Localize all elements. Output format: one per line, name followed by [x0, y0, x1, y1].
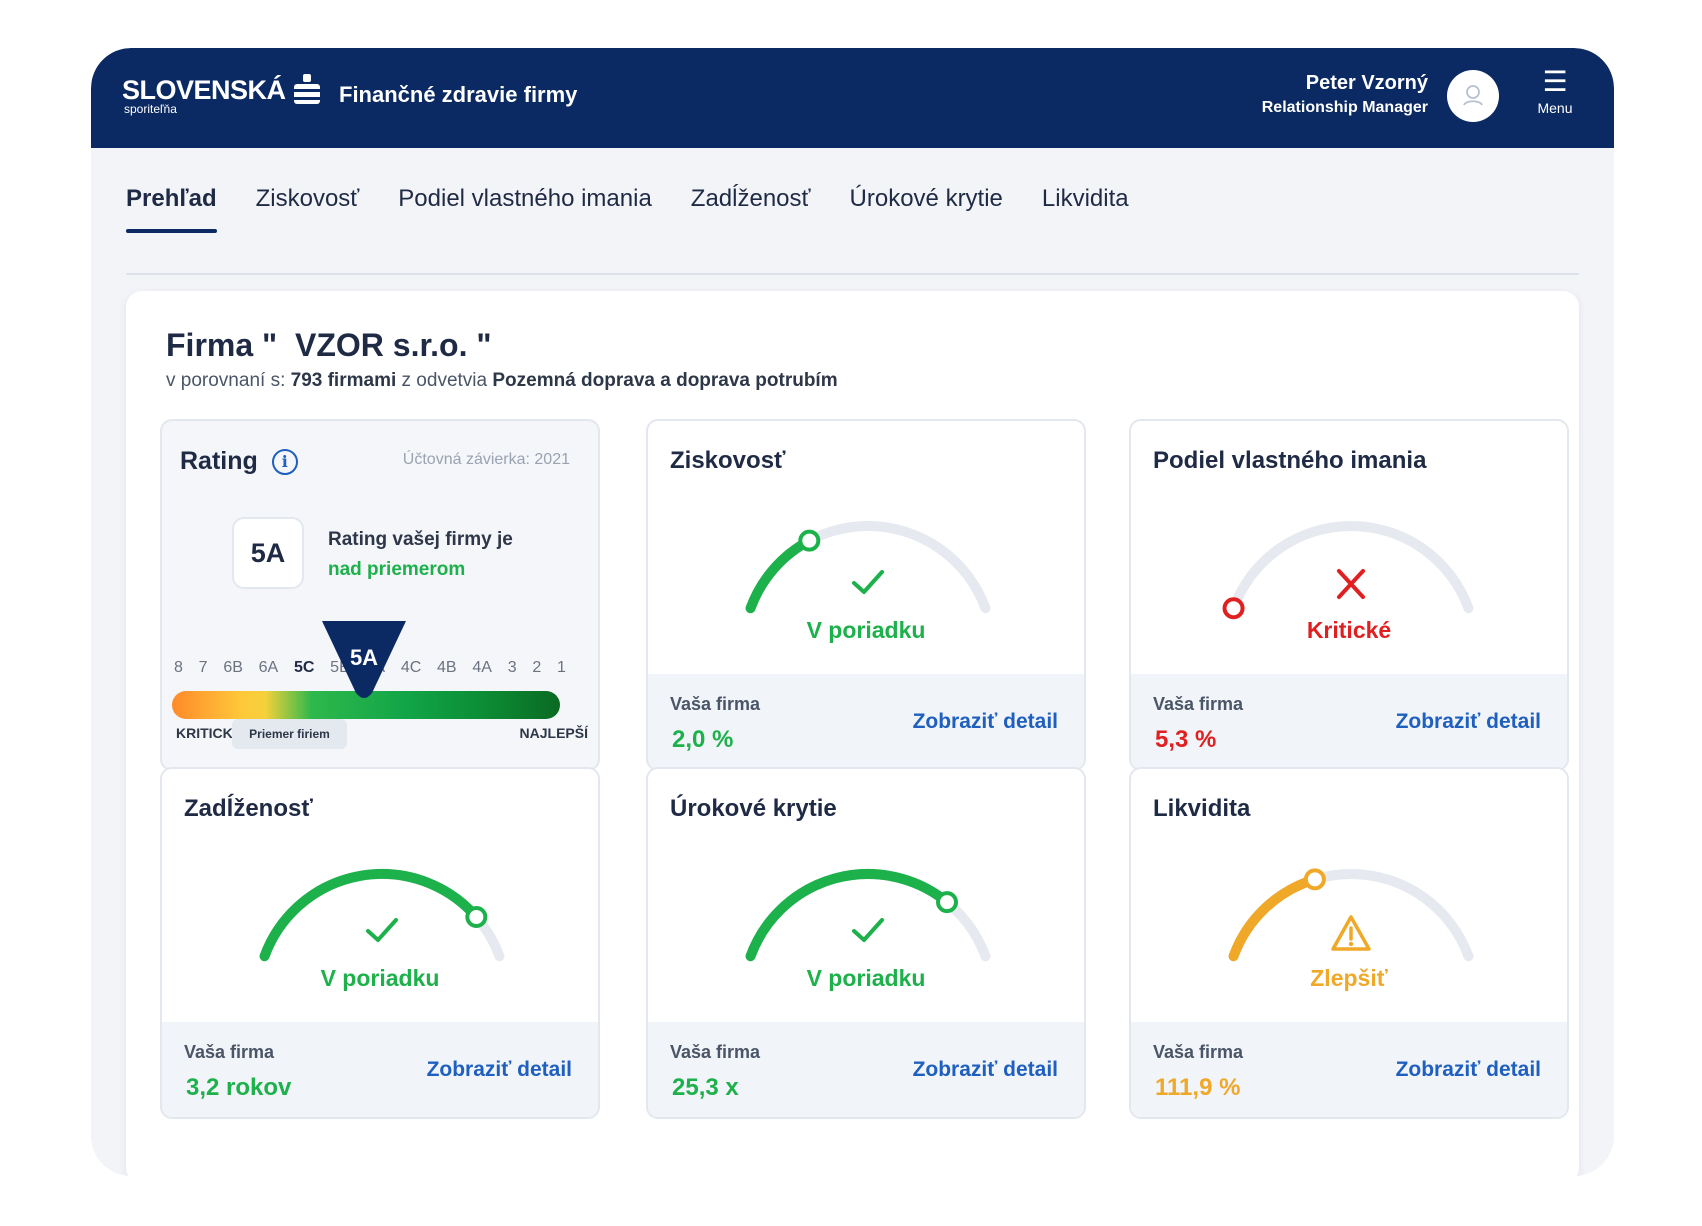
card-title: Podiel vlastného imania: [1153, 447, 1427, 474]
rating-year: Účtovná závierka: 2021: [402, 451, 570, 468]
check-icon: [352, 913, 412, 953]
card-title: Úrokové krytie: [670, 795, 837, 822]
your-firm-value: 3,2 rokov: [186, 1074, 292, 1101]
check-icon: [838, 913, 898, 953]
comparison-industry: Pozemná doprava a doprava potrubím: [492, 370, 838, 391]
show-detail-link[interactable]: Zobraziť detail: [427, 1058, 572, 1082]
tab-bar: Prehľad Ziskovosť Podiel vlastného imania Z…: [126, 185, 1579, 275]
metric-card: Ziskovosť V poriadku Vaša firma 2,0 % Zobraz…: [646, 419, 1086, 771]
gauge-value-arc: [1228, 874, 1320, 962]
average-tooltip: Priemer firiem: [232, 719, 347, 749]
metric-card: Podiel vlastného imania Kritické Vaša firm…: [1129, 419, 1569, 771]
gauge-knob: [936, 891, 959, 914]
gauge-knob: [1222, 597, 1245, 620]
scale-label: 6A: [258, 659, 279, 676]
your-firm-label: Vaša firma: [184, 1042, 275, 1062]
status-label: V poriadku: [320, 965, 440, 991]
show-detail-link[interactable]: Zobraziť detail: [913, 710, 1058, 734]
rating-text-line2: nad priemerom: [328, 559, 466, 580]
status-label: Kritické: [1306, 617, 1392, 643]
tab-4[interactable]: Úrokové krytie: [850, 185, 1003, 233]
rating-marker-label: 5A: [349, 645, 379, 670]
metric-card: Úrokové krytie V poriadku Vaša firma 25,3 x…: [646, 767, 1086, 1119]
your-firm-label: Vaša firma: [1153, 694, 1244, 714]
your-firm-label: Vaša firma: [670, 694, 761, 714]
tab-5[interactable]: Likvidita: [1042, 185, 1129, 233]
bank-logo[interactable]: SLOVENSKÁ sporiteľňa: [122, 74, 320, 116]
firm-comparison: v porovnaní s: 793 firmami z odvetvia Po…: [166, 370, 838, 392]
gauge-knob: [1303, 868, 1326, 891]
card-title: Likvidita: [1153, 795, 1251, 822]
card-title: Ziskovosť: [670, 447, 786, 474]
app-window: SLOVENSKÁ sporiteľňa Finančné zdravie fi…: [91, 48, 1614, 1176]
user-role: Relationship Manager: [1261, 99, 1428, 116]
card-footer: Vaša firma 111,9 % Zobraziť detail: [1131, 1022, 1567, 1117]
comparison-mid: z odvetvia: [396, 370, 493, 391]
scale-label: 1: [557, 659, 566, 676]
gauge-knob: [465, 905, 488, 928]
scale-label: 2: [532, 659, 542, 676]
scale-label: 6B: [223, 659, 243, 676]
tab-1[interactable]: Ziskovosť: [256, 185, 360, 233]
hamburger-icon: ☰: [1542, 66, 1568, 97]
avatar[interactable]: [1447, 70, 1499, 122]
check-icon: [838, 565, 898, 605]
card-title: Zadĺženosť: [184, 795, 313, 822]
gauge-knob: [798, 529, 821, 552]
show-detail-link[interactable]: Zobraziť detail: [913, 1058, 1058, 1082]
status-label: V poriadku: [806, 965, 926, 991]
your-firm-value: 25,3 x: [672, 1074, 739, 1101]
status-label: Zlepšiť: [1310, 965, 1388, 991]
logo-mark-icon: [293, 74, 320, 106]
scale-label: 4A: [472, 659, 492, 676]
metric-card: Zadĺženosť V poriadku Vaša firma 3,2 rokov Z…: [160, 767, 600, 1119]
show-detail-link[interactable]: Zobraziť detail: [1396, 710, 1541, 734]
user-icon: [1463, 85, 1483, 106]
card-footer: Vaša firma 25,3 x Zobraziť detail: [648, 1022, 1084, 1117]
app-title: Finančné zdravie firmy: [339, 82, 578, 107]
scale-label: 4B: [437, 659, 457, 676]
overview-panel: Firma " VZOR s.r.o. " v porovnaní s: 793…: [126, 291, 1579, 1176]
scale-label: 5C: [293, 659, 315, 676]
scale-label: 3: [507, 659, 517, 676]
rating-heading: Rating i: [180, 447, 298, 476]
tab-0[interactable]: Prehľad: [126, 185, 217, 233]
your-firm-value: 111,9 %: [1155, 1074, 1241, 1101]
card-footer: Vaša firma 2,0 % Zobraziť detail: [648, 674, 1084, 769]
comparison-count: 793 firmami: [290, 370, 397, 391]
your-firm-value: 2,0 %: [672, 726, 734, 753]
close-icon: [1321, 565, 1381, 605]
scale-label: 8: [174, 659, 183, 676]
user-name: Peter Vzorný: [1305, 72, 1428, 94]
comparison-prefix: v porovnaní s:: [166, 370, 291, 391]
tab-3[interactable]: Zadĺženosť: [691, 185, 811, 233]
scale-label: 7: [198, 659, 208, 676]
gauge-value-arc: [745, 535, 815, 614]
firm-title: Firma " VZOR s.r.o. ": [166, 327, 492, 363]
rating-title: Rating: [180, 447, 258, 475]
warning-icon: [1321, 913, 1381, 953]
rating-text-line1: Rating vašej firmy je: [328, 529, 513, 550]
tab-2[interactable]: Podiel vlastného imania: [398, 185, 652, 233]
your-firm-label: Vaša firma: [670, 1042, 761, 1062]
info-icon[interactable]: i: [271, 448, 298, 475]
your-firm-label: Vaša firma: [1153, 1042, 1244, 1062]
metric-card: Likvidita Zlepšiť Vaša firma 111,9 % Zobrazi…: [1129, 767, 1569, 1119]
card-footer: Vaša firma 3,2 rokov Zobraziť detail: [162, 1022, 598, 1117]
show-detail-link[interactable]: Zobraziť detail: [1396, 1058, 1541, 1082]
menu-label: Menu: [1537, 100, 1573, 116]
rating-description: Rating vašej firmy je nad priemerom: [328, 525, 513, 585]
logo-text: SLOVENSKÁ: [122, 74, 286, 105]
top-bar: SLOVENSKÁ sporiteľňa Finančné zdravie fi…: [91, 48, 1614, 148]
your-firm-value: 5,3 %: [1155, 726, 1217, 753]
card-footer: Vaša firma 5,3 % Zobraziť detail: [1131, 674, 1567, 769]
rating-card: Rating i Účtovná závierka: 2021 5A Rating…: [160, 419, 600, 771]
rating-value: 5A: [232, 517, 304, 589]
scale-right-label: NAJLEPŠÍ: [519, 725, 588, 741]
menu-button[interactable]: ☰ Menu: [1530, 66, 1580, 117]
status-label: V poriadku: [806, 617, 926, 643]
user-info: Peter Vzorný Relationship Manager: [1262, 72, 1428, 117]
